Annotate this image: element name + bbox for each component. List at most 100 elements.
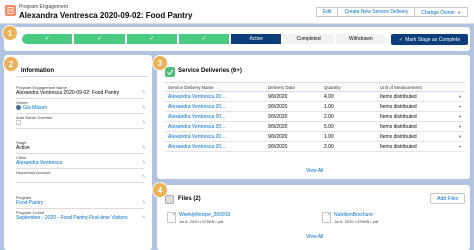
owner-name: Gia Mason	[23, 105, 48, 111]
dropdown-icon[interactable]: ▼	[455, 111, 465, 122]
pencil-icon[interactable]: ✎	[142, 200, 146, 206]
field-stage: Stage Active ✎	[16, 140, 148, 154]
pencil-icon[interactable]: ✎	[142, 90, 146, 96]
table-row: Alexandra Ventresca 20... 9/9/2020 2.00 …	[165, 141, 465, 152]
file-meta: Jul 8, 2020 • 576KB • pdf	[334, 219, 379, 224]
record-header: Program Engagement Alexandra Ventresca 2…	[0, 0, 474, 24]
path-stage-completed[interactable]: Completed	[283, 34, 334, 44]
path-stage-3[interactable]: ✓	[126, 34, 177, 44]
divider	[16, 98, 144, 99]
delivery-date: 9/9/2020	[265, 131, 321, 142]
table-row: Alexandra Ventresca 20... 9/9/2020 4.00 …	[165, 91, 465, 102]
pencil-icon[interactable]: ✎	[142, 105, 146, 111]
service-delivery-link[interactable]: Alexandra Ventresca 20...	[165, 91, 265, 102]
check-icon: ✓	[149, 36, 155, 42]
change-owner-button[interactable]: Change Owner ▼	[415, 7, 468, 17]
divider	[16, 76, 148, 77]
column-header	[455, 82, 465, 92]
program-cohort-link[interactable]: September - 2020 - Food Pantry First-tim…	[16, 215, 134, 221]
field-owner: Owner Gia Mason ✎	[16, 100, 148, 114]
dropdown-icon[interactable]: ▼	[455, 141, 465, 152]
column-header[interactable]: Unit of Measurement	[377, 82, 455, 92]
callout-badge-4: 4	[152, 182, 168, 198]
callout-badge-1: 1	[2, 25, 18, 41]
table-header-row: Service Delivery Name Delivery Date Quan…	[165, 82, 465, 92]
table-row: Alexandra Ventresca 20... 9/9/2020 1.00 …	[165, 101, 465, 112]
delivery-date: 9/9/2020	[265, 101, 321, 112]
dropdown-icon[interactable]: ▼	[455, 91, 465, 102]
stage-path: ✓ ✓ ✓ ✓ Active Completed Withdrawn	[22, 34, 386, 44]
field-value: Active	[16, 145, 30, 151]
delivery-date: 9/9/2020	[265, 141, 321, 152]
column-header[interactable]: Delivery Date	[265, 82, 321, 92]
files-title[interactable]: Files (2)	[178, 196, 201, 202]
files-card: Files (2) Add Files WeeklyRecipe_200915 …	[157, 185, 470, 250]
pencil-icon[interactable]: ✎	[142, 174, 146, 180]
edit-button[interactable]: Edit	[315, 7, 339, 17]
path-stage-1[interactable]: ✓	[22, 34, 73, 44]
unit-of-measurement: Items distributed	[377, 131, 455, 142]
divider	[16, 168, 144, 169]
divider	[16, 128, 144, 129]
pencil-icon[interactable]: ✎	[142, 120, 146, 126]
service-delivery-link[interactable]: Alexandra Ventresca 20...	[165, 111, 265, 122]
callout-badge-3: 3	[152, 55, 168, 71]
check-icon: ✓	[201, 36, 207, 42]
field-household-account: Household Account ✎	[16, 170, 148, 183]
quantity: 2.00	[321, 141, 377, 152]
information-title: Information	[21, 68, 54, 74]
client-link[interactable]: Alexandra Ventresca	[16, 160, 148, 167]
path-stage-4[interactable]: ✓	[178, 34, 230, 44]
path-stage-active[interactable]: Active	[231, 34, 282, 44]
mark-stage-complete-button[interactable]: ✓ Mark Stage as Complete	[391, 34, 468, 45]
unit-of-measurement: Items distributed	[377, 111, 455, 122]
quantity: 1.00	[321, 131, 377, 142]
record-title: Alexandra Ventresca 2020-09-02: Food Pan…	[19, 11, 193, 20]
field-engagement-name: Program Engagement Name Alexandra Ventre…	[16, 85, 148, 99]
service-deliveries-title[interactable]: Service Deliveries (6+)	[178, 68, 242, 74]
unit-of-measurement: Items distributed	[377, 121, 455, 132]
check-icon: ✓	[398, 36, 404, 43]
service-delivery-link[interactable]: Alexandra Ventresca 20...	[165, 101, 265, 112]
file-name[interactable]: WeeklyRecipe_200915	[179, 212, 230, 218]
service-delivery-link[interactable]: Alexandra Ventresca 20...	[165, 121, 265, 132]
column-header[interactable]: Service Delivery Name	[165, 82, 265, 92]
auto-name-checkbox[interactable]	[16, 120, 21, 125]
table-row: Alexandra Ventresca 20... 9/9/2020 1.00 …	[165, 131, 465, 142]
doc-icon	[167, 212, 176, 223]
mark-stage-label: Mark Stage as Complete	[405, 36, 461, 43]
path-stage-2[interactable]: ✓	[74, 34, 125, 44]
delivery-date: 9/9/2020	[265, 121, 321, 132]
quantity: 1.00	[321, 101, 377, 112]
dropdown-icon[interactable]: ▼	[455, 131, 465, 142]
path-card: ✓ ✓ ✓ ✓ Active Completed Withdrawn ✓ Mark…	[4, 27, 470, 51]
unit-of-measurement: Items distributed	[377, 91, 455, 102]
chevron-down-icon[interactable]: ▼	[457, 8, 461, 17]
service-deliveries-card: Service Deliveries (6+) Service Delivery…	[157, 55, 470, 179]
header-actions: Edit Create New Service Delivery Change …	[315, 7, 468, 17]
table-row: Alexandra Ventresca 20... 9/9/2020 5.00 …	[165, 121, 465, 132]
view-all-link[interactable]: View All	[306, 168, 323, 174]
view-all-link[interactable]: View All	[306, 234, 323, 240]
create-service-delivery-button[interactable]: Create New Service Delivery	[338, 7, 416, 17]
pencil-icon[interactable]: ✎	[142, 145, 146, 151]
file-name[interactable]: NutritionBrochure	[334, 212, 373, 218]
program-engagement-icon	[5, 5, 16, 16]
program-link[interactable]: Food Pantry	[16, 200, 148, 207]
dropdown-icon[interactable]: ▼	[455, 121, 465, 132]
field-value	[16, 120, 148, 128]
service-delivery-link[interactable]: Alexandra Ventresca 20...	[165, 141, 265, 152]
add-files-button[interactable]: Add Files	[430, 193, 465, 204]
table-row: Alexandra Ventresca 20... 9/9/2020 2.00 …	[165, 111, 465, 122]
pencil-icon[interactable]: ✎	[142, 215, 146, 221]
pencil-icon[interactable]: ✎	[142, 160, 146, 166]
files-icon	[165, 195, 174, 204]
service-delivery-link[interactable]: Alexandra Ventresca 20...	[165, 131, 265, 142]
column-header[interactable]: Quantity	[321, 82, 377, 92]
path-stage-withdrawn[interactable]: Withdrawn	[335, 34, 386, 44]
divider	[16, 113, 144, 114]
field-value: Alexandra Ventresca 2020-09-02: Food Pan…	[16, 90, 120, 96]
dropdown-icon[interactable]: ▼	[455, 101, 465, 112]
check-icon: ✓	[44, 36, 50, 42]
owner-link[interactable]: Gia Mason	[16, 105, 148, 112]
